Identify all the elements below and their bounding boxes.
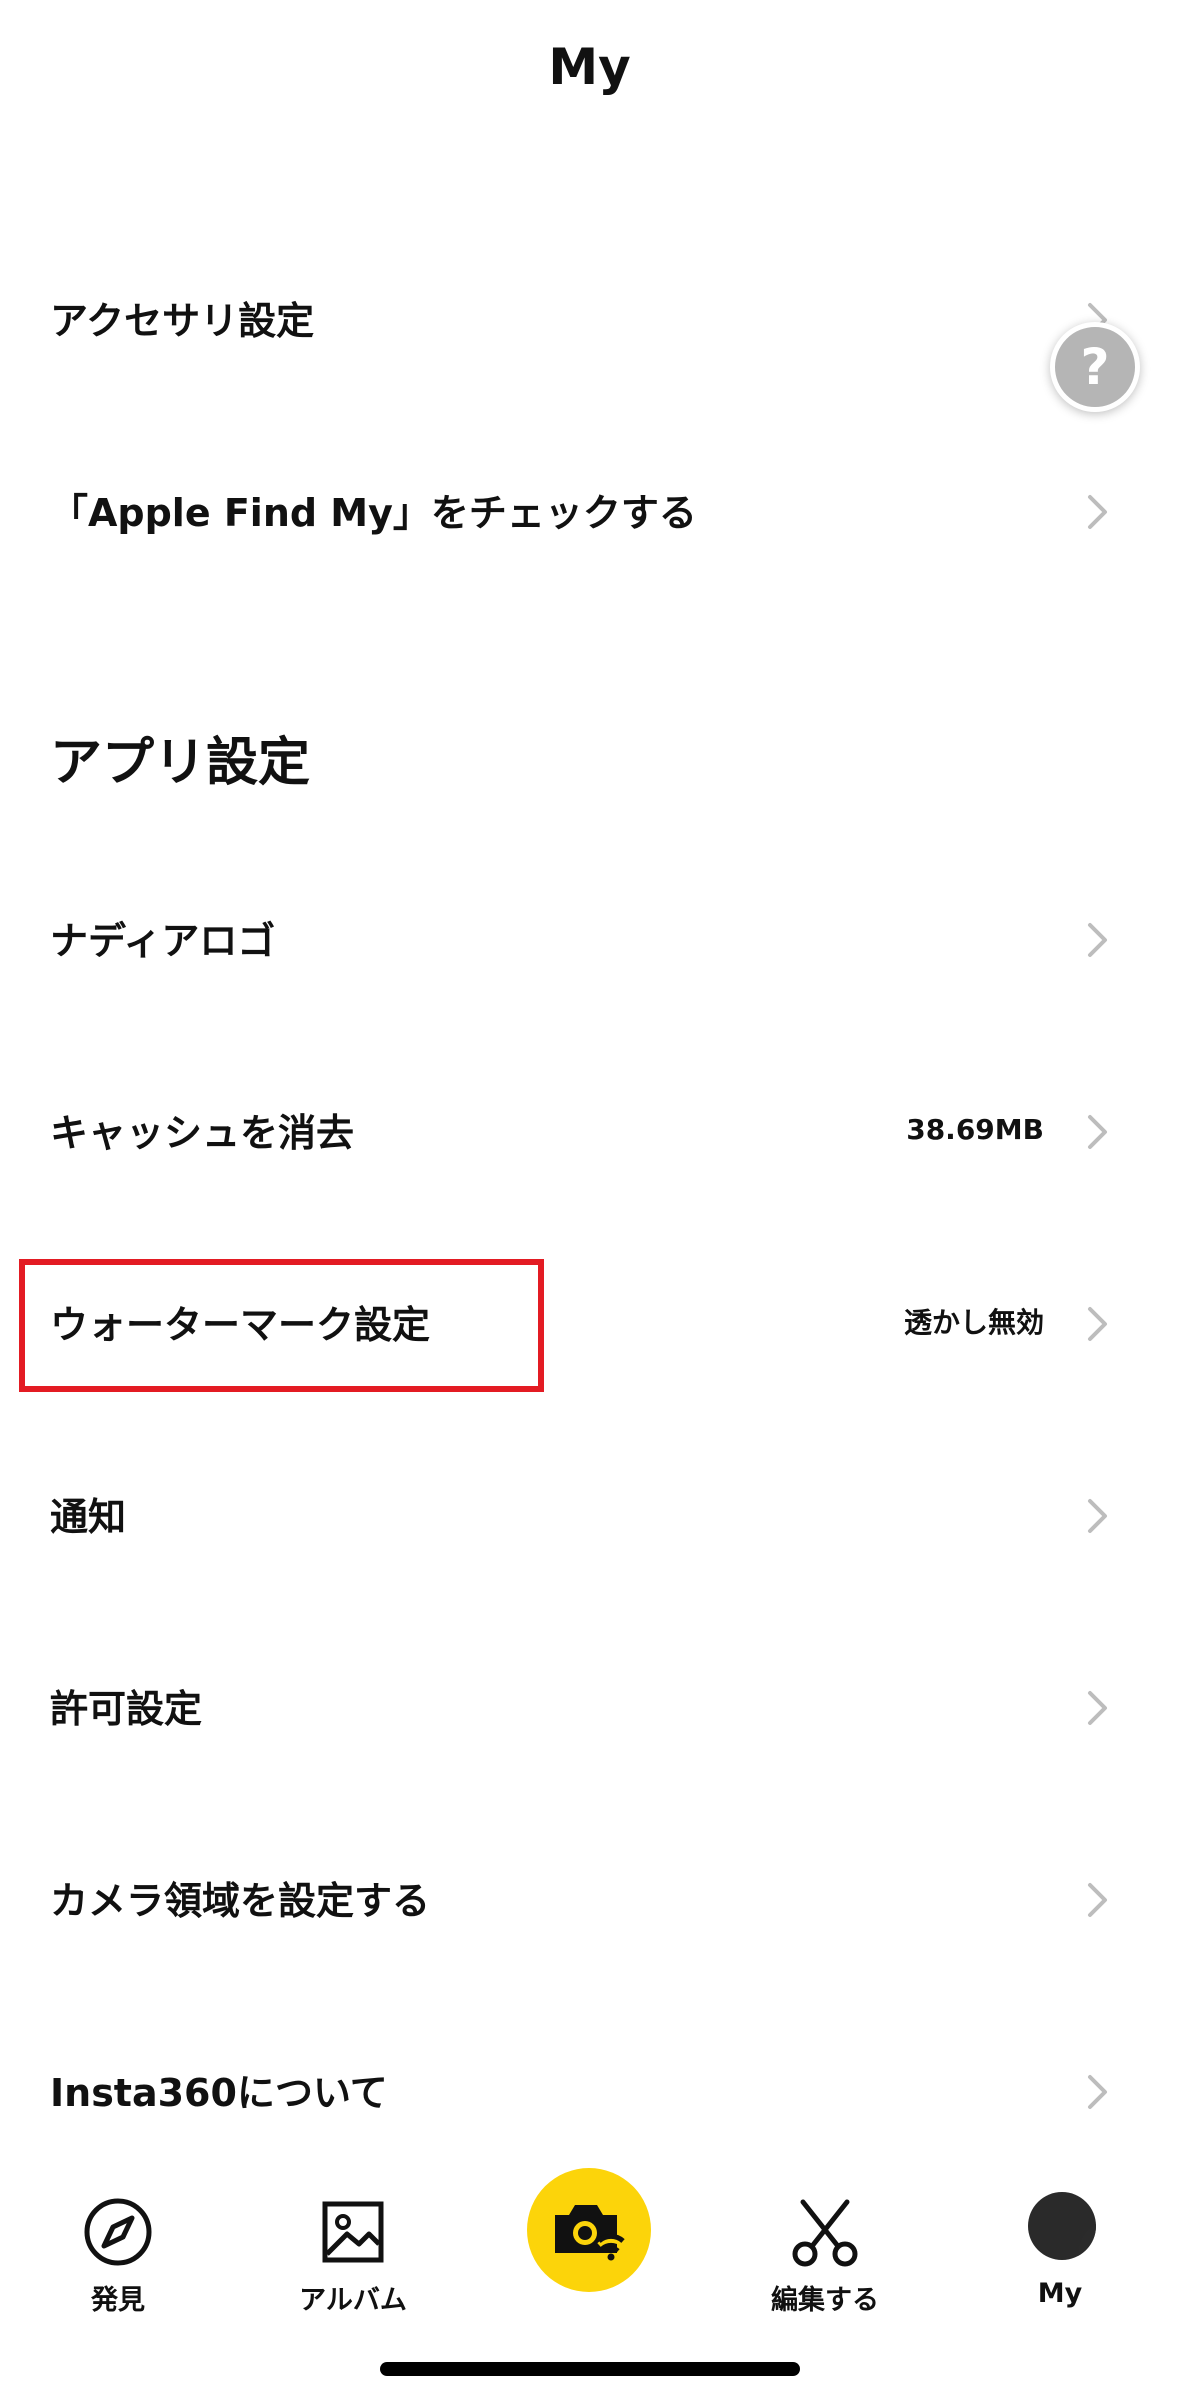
question-icon: ? [1080,338,1110,396]
chevron-right-icon [1088,923,1107,957]
chevron-right-icon [1088,2075,1107,2109]
tab-label: 編集する [771,2285,879,2316]
list-item-nadia-logo[interactable]: ナディアロゴ [0,882,1179,992]
tab-my[interactable]: NOX My [970,2170,1150,2320]
compass-icon [84,2198,152,2266]
list-item-watermark-settings[interactable]: ウォーターマーク設定 透かし無効 [0,1266,1179,1376]
tab-label: My [1037,2278,1083,2309]
avatar: NOX [1028,2192,1096,2260]
cache-size-value: 38.69MB [906,1112,1044,1146]
list-item-label: ナディアロゴ [50,918,276,963]
watermark-status-value: 透かし無効 [903,1306,1044,1339]
list-item-about-insta360[interactable]: Insta360について [0,2034,1179,2144]
list-item-notifications[interactable]: 通知 [0,1458,1179,1568]
chevron-right-icon [1088,1691,1107,1725]
page-title: My [548,38,631,96]
chevron-right-icon [1088,495,1107,529]
chevron-right-icon [1088,1499,1107,1533]
scissors-icon [792,2199,858,2267]
list-item-label: Insta360について [50,2070,388,2115]
list-item-label: カメラ領域を設定する [50,1878,431,1923]
list-item-label: 許可設定 [50,1686,203,1731]
tab-edit[interactable]: 編集する [735,2170,915,2320]
list-item-label: アクセサリ設定 [50,298,315,343]
page-header: My [0,0,1179,130]
tab-discover[interactable]: 発見 [28,2170,208,2320]
list-item-label: 通知 [50,1494,127,1539]
list-item-apple-find-my[interactable]: 「Apple Find My」をチェックする [0,454,1179,564]
list-item-clear-cache[interactable]: キャッシュを消去 38.69MB [0,1074,1179,1184]
list-item-label: 「Apple Find My」をチェックする [50,490,697,535]
chevron-right-icon [1088,1883,1107,1917]
image-icon [322,2201,384,2263]
list-item-accessory-settings[interactable]: アクセサリ設定 [0,262,1179,372]
list-item-label: ウォーターマーク設定 [50,1302,431,1347]
help-button[interactable]: ? [1050,322,1140,412]
chevron-right-icon [1088,1115,1107,1149]
tab-album[interactable]: アルバム [263,2170,443,2320]
list-item-label: キャッシュを消去 [50,1110,355,1155]
tab-label: 発見 [91,2285,145,2316]
tab-label: アルバム [299,2285,407,2316]
camera-button[interactable] [527,2168,651,2292]
list-item-permissions[interactable]: 許可設定 [0,1650,1179,1760]
section-title-app-settings: アプリ設定 [50,733,311,793]
camera-wifi-icon [555,2205,625,2261]
home-indicator[interactable] [380,2362,800,2376]
nox-logo-icon: NOX [1078,2224,1096,2260]
list-item-camera-region[interactable]: カメラ領域を設定する [0,1842,1179,1952]
chevron-right-icon [1088,1307,1107,1341]
